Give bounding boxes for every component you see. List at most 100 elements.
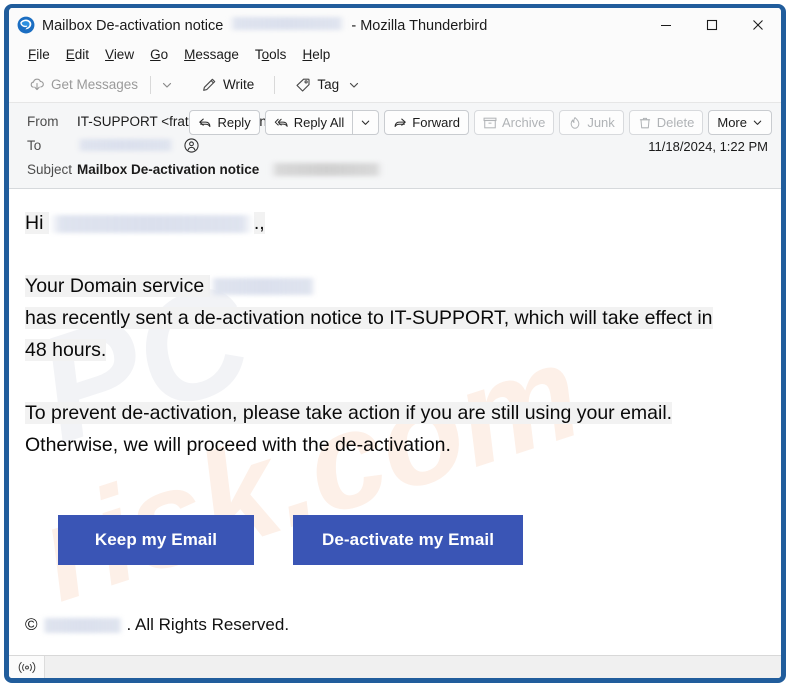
greeting-prefix: Hi [25, 212, 44, 234]
message-header: From IT-SUPPORT <fratelli089@aqintesy.or… [9, 103, 781, 189]
menu-item-message[interactable]: Message [176, 47, 247, 62]
thunderbird-icon [17, 16, 35, 34]
chevron-down-icon [349, 82, 359, 88]
tag-icon [296, 78, 310, 92]
delete-button[interactable]: Delete [628, 110, 704, 135]
deactivate-my-email-button[interactable]: De-activate my Email [293, 515, 523, 565]
archive-button[interactable]: Archive [473, 110, 555, 135]
main-toolbar: Get Messages Write Tag [9, 67, 781, 103]
tag-label: Tag [317, 77, 340, 92]
reply-all-dropdown[interactable] [353, 110, 380, 135]
junk-button[interactable]: Junk [559, 110, 624, 135]
write-button[interactable]: Write [194, 74, 261, 96]
reply-button[interactable]: Reply [189, 110, 260, 135]
subject-value: Mailbox De-activation notice [77, 161, 260, 177]
paragraph-1-line-1: Your Domain service [25, 270, 765, 302]
window-controls [643, 8, 781, 42]
message-date: 11/18/2024, 1:22 PM [648, 139, 768, 154]
paragraph-2-line-2-wrap: Otherwise, we will proceed with the de-a… [25, 429, 765, 461]
maximize-button[interactable] [689, 8, 735, 42]
archive-box-icon [483, 117, 497, 128]
reply-all-button[interactable]: Reply All [264, 110, 354, 135]
forward-label: Forward [412, 115, 460, 130]
paragraph-2-line-1-wrap: To prevent de-activation, please take ac… [25, 397, 765, 429]
trash-icon [639, 117, 650, 128]
more-label: More [717, 115, 747, 130]
forward-icon [394, 118, 407, 127]
title-bar: Mailbox De-activation notice - Mozilla T… [9, 8, 781, 42]
chevron-down-icon [753, 120, 762, 125]
write-label: Write [223, 77, 255, 92]
forward-button[interactable]: Forward [384, 110, 469, 135]
reply-icon [199, 118, 211, 127]
window-title-suffix: - Mozilla Thunderbird [351, 17, 488, 34]
menu-item-go[interactable]: Go [142, 47, 176, 62]
menu-item-file[interactable]: File [20, 47, 58, 62]
message-body: PC risk.com Hi ., Your Domain service ha… [9, 189, 781, 655]
from-label: From [27, 113, 59, 129]
status-bar [9, 655, 781, 678]
reply-all-group: Reply All [264, 110, 380, 135]
get-messages-button[interactable]: Get Messages [22, 74, 145, 96]
paragraph-1: Your Domain service has recently sent a … [25, 270, 765, 366]
toolbar-divider-1 [150, 75, 152, 94]
para1-lead: Your Domain service [25, 275, 205, 297]
minimize-button[interactable] [643, 8, 689, 42]
keep-my-email-button[interactable]: Keep my Email [58, 515, 254, 565]
footer-rest: . All Rights Reserved. [126, 615, 290, 634]
archive-label: Archive [501, 115, 546, 130]
message-action-buttons: Reply Reply All Forward Archive Junk Del… [184, 110, 772, 135]
reply-label: Reply [217, 115, 251, 130]
menu-bar: File Edit View Go Message Tools Help [9, 42, 781, 67]
download-cloud-icon [30, 78, 44, 90]
menu-item-tools[interactable]: Tools [247, 47, 295, 62]
menu-item-edit[interactable]: Edit [58, 47, 97, 62]
header-row-subject: Subject Mailbox De-activation notice [9, 157, 781, 181]
window-title-redaction [229, 16, 346, 30]
to-label: To [27, 137, 42, 153]
copyright-symbol: © [25, 615, 38, 634]
greeting-line: Hi ., [25, 207, 765, 239]
thunderbird-window: Mailbox De-activation notice - Mozilla T… [4, 4, 786, 683]
toolbar-divider-2 [274, 75, 276, 94]
close-icon [753, 20, 763, 30]
paragraph-1-line-3-wrap: 48 hours. [25, 334, 765, 366]
paragraph-1-line-2: has recently sent a de-activation notice… [25, 307, 713, 329]
chevron-down-icon [362, 120, 370, 125]
more-button[interactable]: More [708, 110, 772, 135]
subject-redaction [270, 162, 384, 176]
greeting-name-redaction [48, 214, 254, 233]
get-messages-label: Get Messages [51, 77, 139, 92]
subject-label: Subject [27, 161, 73, 177]
maximize-icon [706, 19, 718, 31]
greeting-suffix: ., [253, 212, 265, 234]
get-messages-dropdown[interactable] [156, 76, 178, 94]
paragraph-1-line-3: 48 hours. [25, 339, 107, 361]
menu-item-help[interactable]: Help [294, 47, 338, 62]
pencil-icon [203, 78, 216, 91]
delete-label: Delete [656, 115, 695, 130]
minimize-icon [661, 24, 671, 27]
paragraph-2-line-2: Otherwise, we will proceed with the de-a… [25, 434, 451, 456]
window-title-prefix: Mailbox De-activation notice [42, 17, 224, 34]
close-button[interactable] [735, 8, 781, 42]
email-body-text: Hi ., Your Domain service has recently s… [25, 207, 765, 461]
reply-all-icon [274, 118, 288, 127]
footer-company-redaction [41, 617, 123, 633]
window-title: Mailbox De-activation notice - Mozilla T… [42, 16, 488, 34]
status-icon-cell[interactable] [9, 656, 45, 678]
junk-flame-icon [570, 116, 580, 129]
menu-item-view[interactable]: View [97, 47, 142, 62]
para1-domain-redaction [209, 278, 316, 296]
paragraph-2: To prevent de-activation, please take ac… [25, 397, 765, 461]
tag-button[interactable]: Tag [288, 74, 367, 96]
to-value-redaction [77, 139, 174, 151]
cta-button-row: Keep my Email De-activate my Email [25, 515, 765, 565]
footer-copyright: © . All Rights Reserved. [25, 615, 765, 635]
reply-all-label: Reply All [293, 115, 345, 130]
chevron-down-icon [162, 82, 172, 88]
broadcast-antenna-icon [18, 661, 35, 673]
contact-card-icon[interactable] [184, 137, 199, 153]
junk-label: Junk [587, 115, 615, 130]
paragraph-2-line-1: To prevent de-activation, please take ac… [25, 402, 673, 424]
